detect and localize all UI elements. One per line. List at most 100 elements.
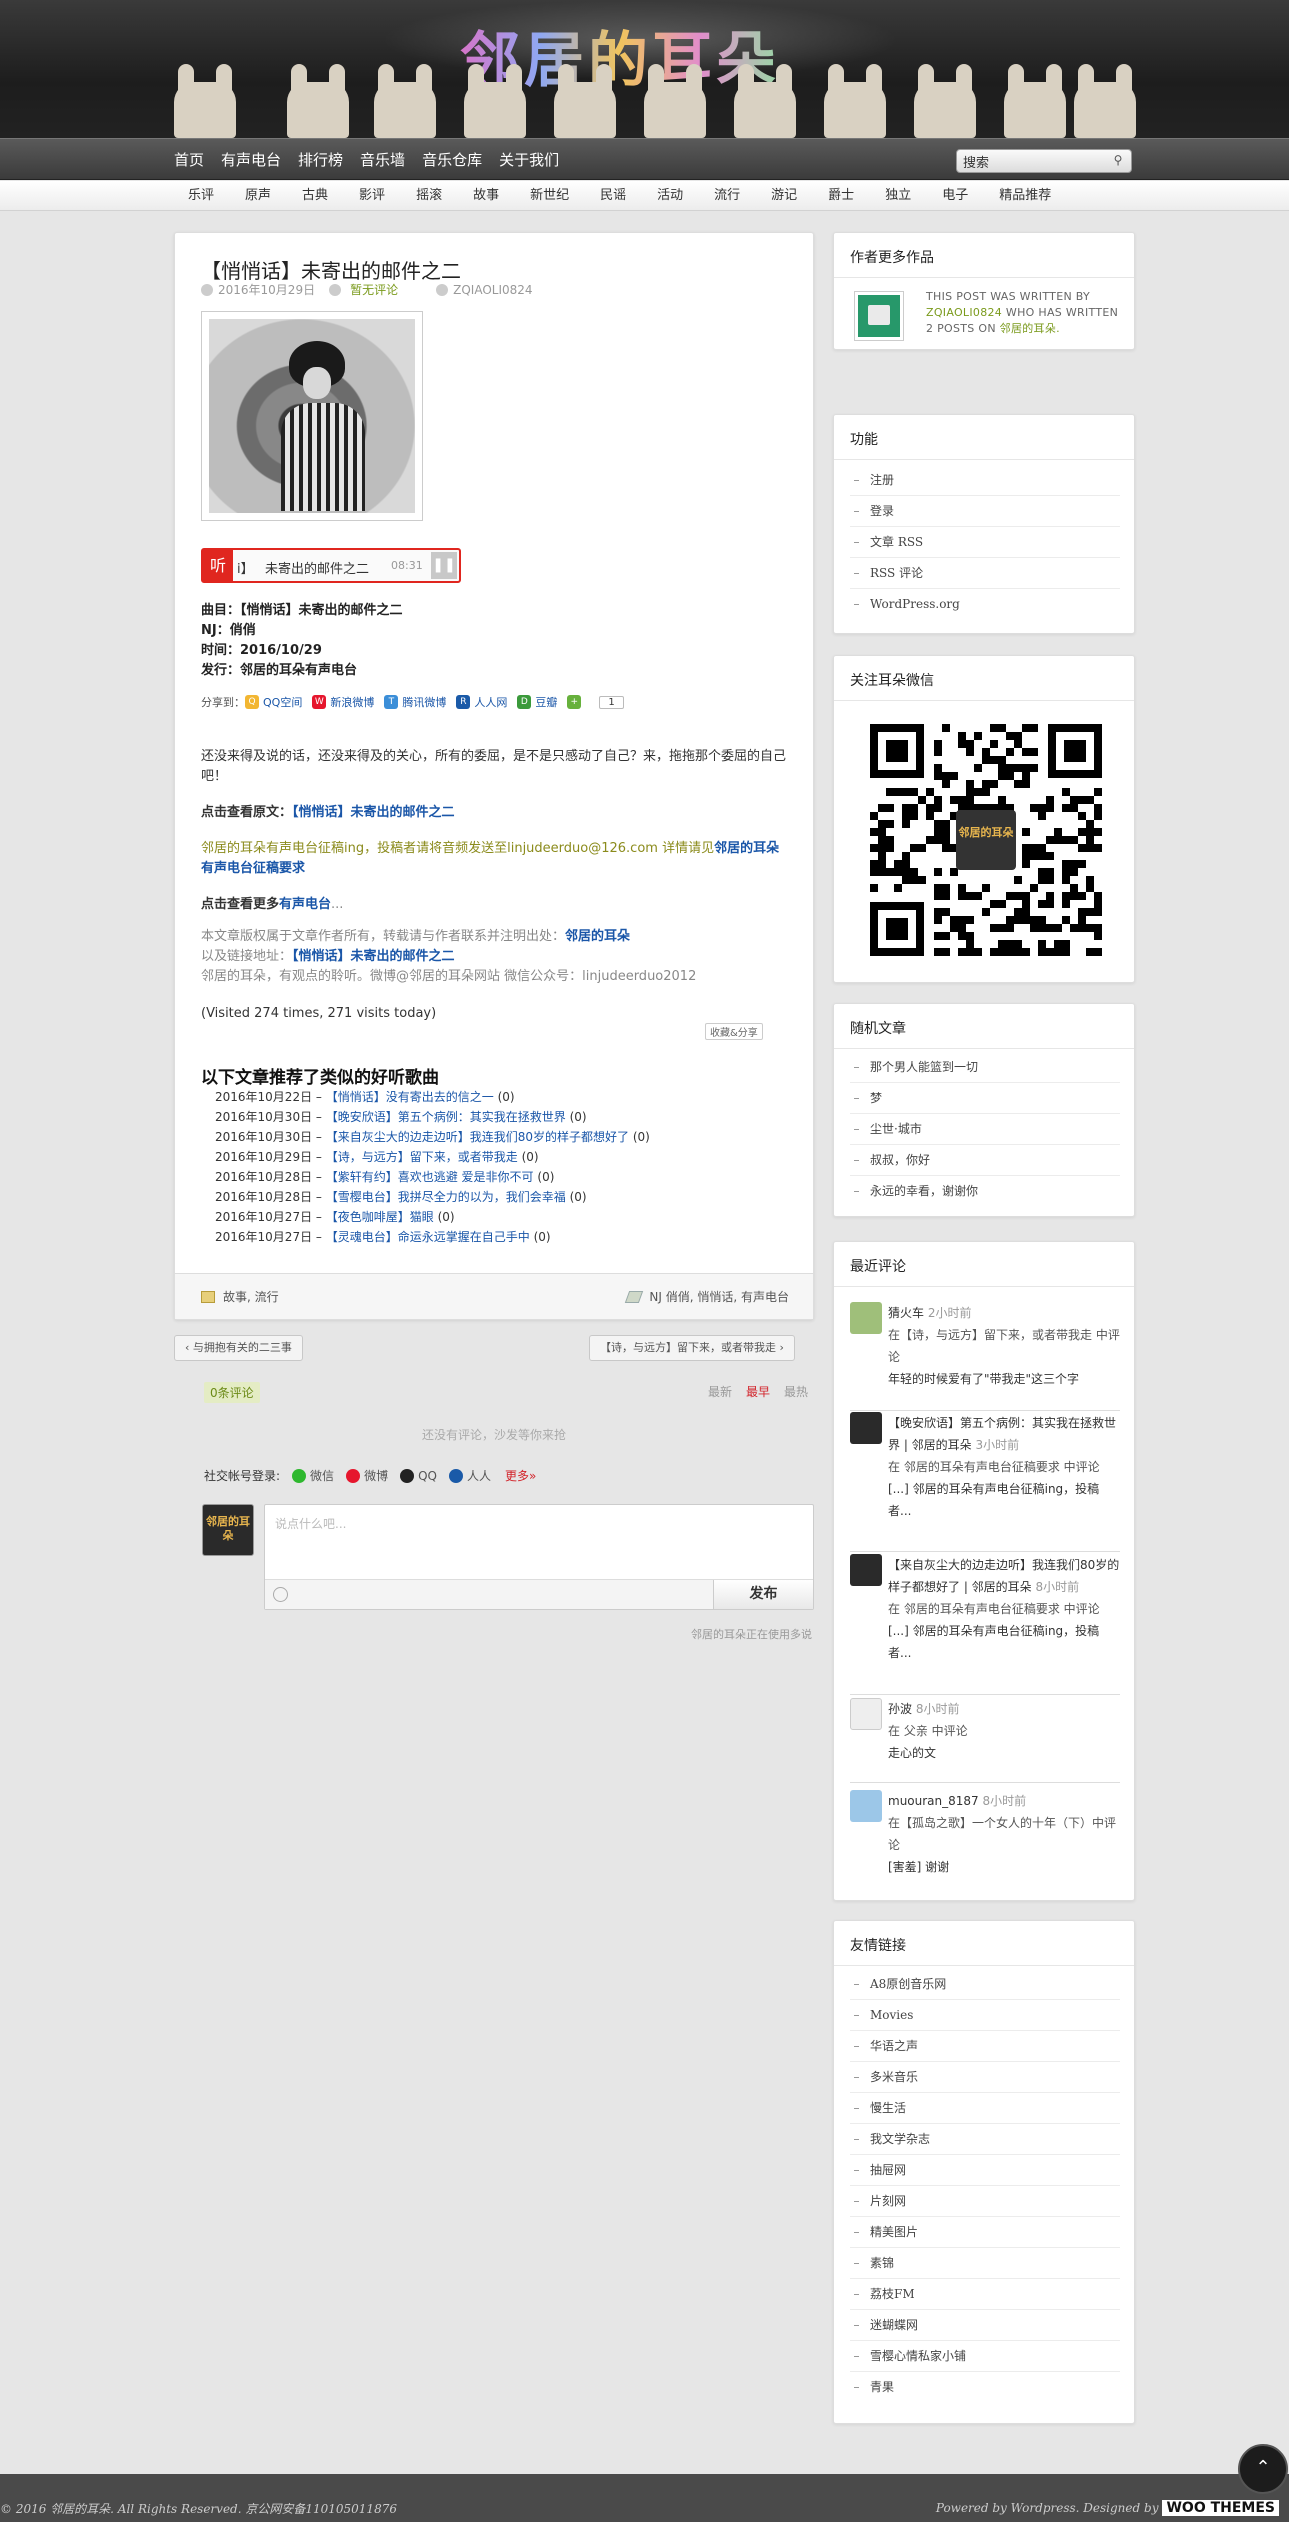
author-avatar[interactable]	[854, 291, 904, 341]
pause-icon[interactable]: ❚❚	[431, 552, 457, 579]
post-image[interactable]	[201, 311, 423, 521]
comment-input[interactable]: 说点什么吧...	[275, 1515, 346, 1532]
share-more[interactable]: +	[567, 695, 585, 709]
renren-icon	[448, 1468, 463, 1483]
audio-player[interactable]: 听 i】 未寄出的邮件之二 08:31 ❚❚	[201, 548, 461, 583]
link-register[interactable]: 注册	[850, 465, 1120, 496]
login-qq[interactable]: QQ	[400, 1468, 437, 1483]
nav-home[interactable]: 首页	[174, 139, 204, 181]
friend-link[interactable]: 多米音乐	[850, 2062, 1120, 2093]
share-tencent-weibo[interactable]: T 腾讯微博	[384, 694, 446, 710]
category-link[interactable]: 古典	[302, 181, 328, 211]
emoji-icon[interactable]	[273, 1587, 288, 1602]
random-post-link[interactable]: 永远的幸看，谢谢你	[850, 1176, 1120, 1207]
share-douban[interactable]: D 豆瓣	[517, 694, 557, 710]
friend-link[interactable]: 精美图片	[850, 2217, 1120, 2248]
category-link[interactable]: 独立	[885, 181, 911, 211]
copyright-post-link[interactable]: 【悄悄话】未寄出的邮件之二	[292, 949, 455, 964]
friend-link[interactable]: 荔枝FM	[850, 2279, 1120, 2310]
category-link[interactable]: 故事	[473, 181, 499, 211]
related-item: 2016年10月27日 – 【夜色咖啡屋】猫眼 (0)	[215, 1210, 455, 1224]
category-link[interactable]: 乐评	[188, 181, 214, 211]
category-link[interactable]: 摇滚	[416, 181, 442, 211]
sort-hottest[interactable]: 最热	[784, 1383, 808, 1400]
share-bar: 分享到： Q QQ空间 W 新浪微博 T 腾讯微博 R 人人网 D 豆瓣 + 1	[201, 694, 624, 710]
prev-post-button[interactable]: ‹ 与拥抱有关的二三事	[174, 1335, 303, 1361]
favorite-share-button[interactable]: 收藏&分享	[705, 1023, 763, 1040]
category-link[interactable]: 流行	[714, 181, 740, 211]
share-weibo[interactable]: W 新浪微博	[312, 694, 374, 710]
random-post-link[interactable]: 叔叔，你好	[850, 1145, 1120, 1176]
social-login: 社交帐号登录: 微信 微博 QQ 人人 更多»	[204, 1467, 536, 1484]
nav-about[interactable]: 关于我们	[499, 139, 559, 181]
category-link[interactable]: 爵士	[828, 181, 854, 211]
login-renren[interactable]: 人人	[448, 1467, 491, 1484]
widget-title: 最近评论	[850, 1259, 906, 1275]
share-qzone[interactable]: Q QQ空间	[245, 694, 302, 710]
qr-center-logo	[956, 810, 1016, 870]
woothemes-logo[interactable]: WOO THEMES	[1162, 2500, 1279, 2516]
random-post-link[interactable]: 那个男人能篮到一切	[850, 1052, 1120, 1083]
widget-author: 作者更多作品 THIS POST WAS WRITTEN BY ZQIAOLI0…	[833, 232, 1135, 350]
post-comments-link[interactable]: 暂无评论	[350, 281, 398, 298]
category-link[interactable]: 新世纪	[530, 181, 569, 211]
friend-link[interactable]: 青果	[850, 2372, 1120, 2403]
widget-title: 关注耳朵微信	[850, 673, 934, 689]
random-post-link[interactable]: 梦	[850, 1083, 1120, 1114]
post-title[interactable]: 【悄悄话】未寄出的邮件之二	[201, 255, 461, 284]
login-more[interactable]: 更多»	[505, 1467, 536, 1484]
sort-oldest[interactable]: 最早	[746, 1383, 770, 1400]
duoshuo-powered[interactable]: 邻居的耳朵正在使用多说	[691, 1626, 812, 1642]
nav-music-archive[interactable]: 音乐仓库	[422, 139, 482, 181]
category-link[interactable]: 影评	[359, 181, 385, 211]
view-original-link[interactable]: 【悄悄话】未寄出的邮件之二	[292, 805, 455, 820]
search-input[interactable]	[963, 153, 1103, 169]
category-link[interactable]: 电子	[942, 181, 968, 211]
link-posts-rss[interactable]: 文章 RSS	[850, 527, 1120, 558]
category-link[interactable]: 游记	[771, 181, 797, 211]
friend-link[interactable]: 我文学杂志	[850, 2124, 1120, 2155]
submit-comment-button[interactable]: 发布	[713, 1580, 813, 1609]
next-post-button[interactable]: 【诗，与远方】留下来，或者带我走 ›	[589, 1335, 795, 1361]
login-weibo[interactable]: 微博	[346, 1467, 388, 1484]
category-link[interactable]: 精品推荐	[999, 181, 1051, 211]
friend-link[interactable]: 雪樱心情私家小铺	[850, 2341, 1120, 2372]
category-link[interactable]: 民谣	[600, 181, 626, 211]
song-time: 时间：2016/10/29	[201, 643, 322, 658]
friend-link[interactable]: 慢生活	[850, 2093, 1120, 2124]
author-link[interactable]: ZQIAOLI0824	[926, 306, 1002, 319]
post-tags[interactable]: NJ 俏俏, 悄悄话, 有声电台	[649, 1288, 789, 1305]
recent-comment: 孙波 8小时前在 父亲 中评论 走心的文	[850, 1698, 1120, 1778]
category-link[interactable]: 活动	[657, 181, 683, 211]
link-comments-rss[interactable]: RSS 评论	[850, 558, 1120, 589]
post-categories[interactable]: 故事, 流行	[223, 1288, 279, 1305]
widget-title: 友情链接	[850, 1938, 906, 1954]
widget-functions: 功能 注册 登录 文章 RSS RSS 评论 WordPress.org	[833, 414, 1135, 634]
random-post-link[interactable]: 尘世·城市	[850, 1114, 1120, 1145]
copyright-site-link[interactable]: 邻居的耳朵	[565, 929, 630, 944]
clock-icon	[201, 283, 213, 296]
friend-link[interactable]: Movies	[850, 2000, 1120, 2031]
nav-music-wall[interactable]: 音乐墙	[360, 139, 405, 181]
link-login[interactable]: 登录	[850, 496, 1120, 527]
friend-link[interactable]: 素锦	[850, 2248, 1120, 2279]
friend-link[interactable]: 迷蝴蝶网	[850, 2310, 1120, 2341]
sort-newest[interactable]: 最新	[708, 1383, 732, 1400]
view-more-link[interactable]: 有声电台	[279, 897, 331, 912]
search-icon[interactable]: ⚲	[1110, 153, 1126, 169]
back-to-top-button[interactable]: ⌃	[1238, 2444, 1288, 2494]
friend-link[interactable]: A8原创音乐网	[850, 1969, 1120, 2000]
nav-charts[interactable]: 排行榜	[298, 139, 343, 181]
post-author[interactable]: ZQIAOLI0824	[453, 283, 532, 297]
login-wechat[interactable]: 微信	[292, 1467, 334, 1484]
wechat-icon	[292, 1468, 307, 1483]
category-navigation: 乐评 原声 古典 影评 摇滚 故事 新世纪 民谣 活动 流行 游记 爵士 独立 …	[0, 181, 1289, 211]
link-wordpress[interactable]: WordPress.org	[850, 589, 1120, 620]
friend-link[interactable]: 华语之声	[850, 2031, 1120, 2062]
category-link[interactable]: 原声	[245, 181, 271, 211]
share-renren[interactable]: R 人人网	[456, 694, 507, 710]
nav-audio-radio[interactable]: 有声电台	[221, 139, 281, 181]
friend-link[interactable]: 片刻网	[850, 2186, 1120, 2217]
site-link[interactable]: 邻居的耳朵.	[1000, 322, 1060, 335]
friend-link[interactable]: 抽屉网	[850, 2155, 1120, 2186]
